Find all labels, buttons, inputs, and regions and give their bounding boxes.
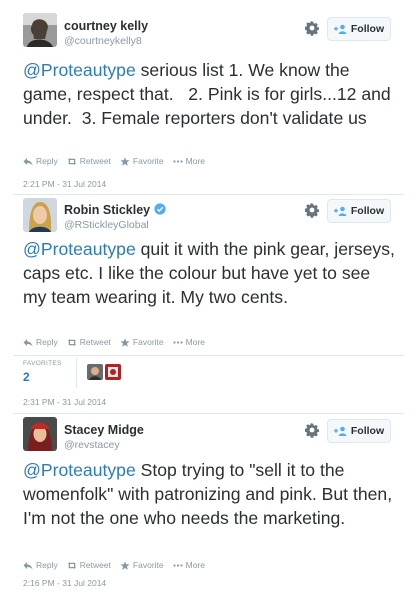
tweet-text: @Proteautype serious list 1. We know the… <box>23 58 398 130</box>
favorite-label: Favorite <box>132 560 164 570</box>
favorites-separator <box>76 358 77 388</box>
more-dots-icon <box>173 563 183 567</box>
more-button[interactable]: More <box>173 337 205 347</box>
author-name[interactable]: courtney kelly <box>64 19 148 33</box>
follow-button-label: Follow <box>350 425 385 437</box>
retweet-button[interactable]: Retweet <box>67 156 111 166</box>
reply-icon <box>23 157 33 165</box>
author-name[interactable]: Robin Stickley <box>64 203 166 217</box>
tweet-stacey-midge: Stacey Midge @revstacey Follow @Proteaut… <box>0 414 417 600</box>
favorite-star-icon <box>120 337 130 347</box>
follow-person-icon <box>333 206 347 216</box>
author-name-text: Robin Stickley <box>64 203 151 217</box>
tweet-timestamp[interactable]: 2:31 PM - 31 Jul 2014 <box>23 397 106 407</box>
tweet-actions: Reply Retweet Favorite More <box>23 156 214 166</box>
follow-button-label: Follow <box>350 23 385 35</box>
follow-person-icon <box>333 426 347 436</box>
favorites-label: FAVORITES <box>23 360 62 367</box>
tweet-text: @Proteautype Stop trying to "sell it to … <box>23 458 398 530</box>
more-button[interactable]: More <box>173 560 205 570</box>
tweet-courtney-kelly: courtney kelly @courtneykelly8 Follow @P… <box>0 0 417 195</box>
tweet-mention[interactable]: @Proteautype <box>23 60 136 80</box>
verified-badge-icon <box>154 203 166 215</box>
favorite-star-icon <box>120 156 130 166</box>
favorites-count[interactable]: 2 <box>23 370 30 384</box>
reply-button[interactable]: Reply <box>23 560 58 570</box>
follow-button-label: Follow <box>350 205 385 217</box>
author-handle[interactable]: @revstacey <box>64 439 120 451</box>
favorite-button[interactable]: Favorite <box>120 156 164 166</box>
retweet-label: Retweet <box>79 337 111 347</box>
favoriter-avatar[interactable] <box>87 364 103 380</box>
more-label: More <box>185 337 206 347</box>
favorite-button[interactable]: Favorite <box>120 560 164 570</box>
favorite-label: Favorite <box>132 337 164 347</box>
retweet-icon <box>67 157 76 165</box>
retweet-button[interactable]: Retweet <box>67 560 111 570</box>
reply-label: Reply <box>36 560 58 570</box>
avatar[interactable] <box>23 198 57 232</box>
reply-icon <box>23 561 33 569</box>
tweet-robin-stickley: Robin Stickley @RStickleyGlobal Follow @… <box>0 195 417 410</box>
reply-label: Reply <box>36 156 58 166</box>
gear-icon[interactable] <box>304 20 320 36</box>
gear-icon[interactable] <box>304 422 320 438</box>
more-button[interactable]: More <box>173 156 205 166</box>
reply-icon <box>23 338 33 346</box>
favoriter-avatar[interactable] <box>105 364 121 380</box>
favorite-star-icon <box>120 560 130 570</box>
reply-label: Reply <box>36 337 58 347</box>
retweet-icon <box>67 338 76 346</box>
tweet-timestamp[interactable]: 2:21 PM - 31 Jul 2014 <box>23 179 106 189</box>
tweet-actions: Reply Retweet Favorite More <box>23 337 214 347</box>
avatar[interactable] <box>23 417 57 451</box>
author-handle[interactable]: @courtneykelly8 <box>64 35 142 47</box>
avatar[interactable] <box>23 13 57 47</box>
gear-icon[interactable] <box>304 202 320 218</box>
tweet-timestamp[interactable]: 2:16 PM - 31 Jul 2014 <box>23 578 106 588</box>
follow-button[interactable]: Follow <box>327 17 391 41</box>
more-dots-icon <box>173 159 183 163</box>
favorite-label: Favorite <box>132 156 164 166</box>
follow-person-icon <box>333 24 347 34</box>
tweet-actions: Reply Retweet Favorite More <box>23 560 214 570</box>
divider <box>13 355 404 356</box>
favorite-button[interactable]: Favorite <box>120 337 164 347</box>
retweet-button[interactable]: Retweet <box>67 337 111 347</box>
retweet-icon <box>67 561 76 569</box>
more-label: More <box>185 156 206 166</box>
author-handle[interactable]: @RStickleyGlobal <box>64 219 149 231</box>
tweet-text: @Proteautype quit it with the pink gear,… <box>23 237 398 309</box>
retweet-label: Retweet <box>79 156 111 166</box>
tweet-mention[interactable]: @Proteautype <box>23 460 136 480</box>
more-label: More <box>185 560 206 570</box>
author-name[interactable]: Stacey Midge <box>64 423 144 437</box>
follow-button[interactable]: Follow <box>327 199 391 223</box>
tweet-mention[interactable]: @Proteautype <box>23 239 136 259</box>
reply-button[interactable]: Reply <box>23 156 58 166</box>
follow-button[interactable]: Follow <box>327 419 391 443</box>
reply-button[interactable]: Reply <box>23 337 58 347</box>
more-dots-icon <box>173 340 183 344</box>
retweet-label: Retweet <box>79 560 111 570</box>
